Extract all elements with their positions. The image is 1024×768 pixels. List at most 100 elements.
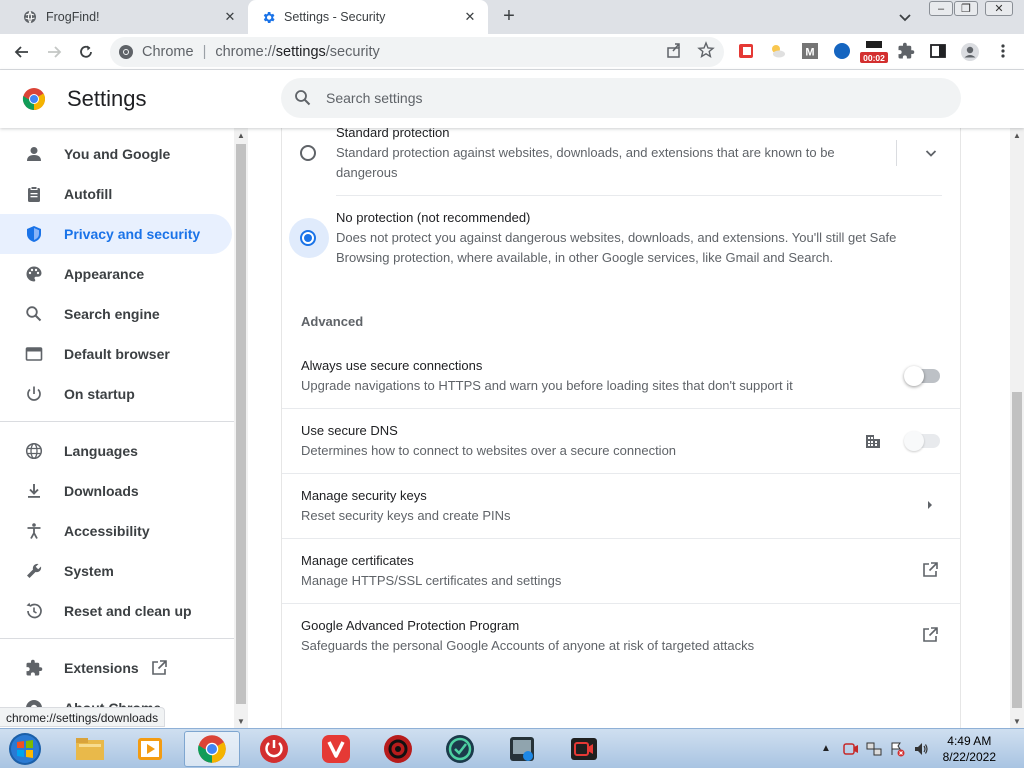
sidebar-item-search-engine[interactable]: Search engine xyxy=(0,294,232,334)
url-host: settings xyxy=(275,44,326,60)
sidebar-item-on-startup[interactable]: On startup xyxy=(0,374,232,414)
share-icon[interactable] xyxy=(665,41,683,59)
green-shield-app-icon xyxy=(446,735,474,763)
tab-settings-security[interactable]: Settings - Security ✕ xyxy=(248,0,488,34)
scroll-up-icon[interactable]: ▲ xyxy=(237,131,245,140)
tray-record-icon[interactable] xyxy=(843,741,859,757)
back-button[interactable] xyxy=(10,40,34,64)
taskbar-screenshot-app[interactable] xyxy=(494,731,550,767)
secure-connections-toggle[interactable] xyxy=(904,366,940,386)
folder-icon xyxy=(76,738,104,760)
sidebar-item-extensions[interactable]: Extensions xyxy=(0,648,232,688)
row-subtitle: Safeguards the personal Google Accounts … xyxy=(301,638,755,653)
divider xyxy=(282,538,960,539)
recorder-extension-icon[interactable]: 00:02 xyxy=(860,40,888,63)
weather-icon[interactable] xyxy=(769,42,787,60)
taskbar-screen-recorder[interactable] xyxy=(556,731,612,767)
sidebar-item-appearance[interactable]: Appearance xyxy=(0,254,232,294)
more-menu-icon[interactable] xyxy=(994,42,1012,60)
scroll-up-icon[interactable]: ▲ xyxy=(1013,131,1021,140)
secure-dns-toggle[interactable] xyxy=(904,431,940,451)
chrome-site-icon xyxy=(118,44,134,60)
row-subtitle: Upgrade navigations to HTTPS and warn yo… xyxy=(301,378,793,393)
side-panel-icon[interactable] xyxy=(929,42,947,60)
status-url-bubble: chrome://settings/downloads xyxy=(0,707,166,727)
system-clock[interactable]: 4:49 AM 8/22/2022 xyxy=(943,733,996,765)
forward-button[interactable] xyxy=(42,40,66,64)
restore-button[interactable]: ❐ xyxy=(954,1,978,16)
red-gear-app-icon xyxy=(384,735,412,763)
sidebar-item-reset-and-clean-up[interactable]: Reset and clean up xyxy=(0,591,232,631)
external-link-icon xyxy=(150,659,168,677)
tray-action-center-icon[interactable] xyxy=(889,741,905,757)
sidebar-item-label: Search engine xyxy=(64,306,160,322)
history-icon xyxy=(24,601,44,621)
row-always-use-secure-connections[interactable]: Always use secure connections Upgrade na… xyxy=(282,345,960,410)
row-manage-certificates[interactable]: Manage certificates Manage HTTPS/SSL cer… xyxy=(282,540,960,605)
reload-button[interactable] xyxy=(74,40,98,64)
row-title: Manage security keys xyxy=(301,488,427,503)
close-icon[interactable]: ✕ xyxy=(222,9,238,25)
tray-overflow-icon[interactable]: ▲ xyxy=(818,741,834,757)
browser-toolbar: Chrome | chrome://settings/security M 00… xyxy=(0,34,1024,70)
sidebar-item-privacy-and-security[interactable]: Privacy and security xyxy=(0,214,232,254)
scroll-down-icon[interactable]: ▼ xyxy=(1013,717,1021,726)
taskbar-file-explorer[interactable] xyxy=(62,731,118,767)
radio-no-protection[interactable] xyxy=(300,230,316,246)
search-box[interactable] xyxy=(281,78,961,118)
sidebar-item-label: Languages xyxy=(64,443,138,459)
divider xyxy=(282,473,960,474)
m-extension-icon[interactable]: M xyxy=(801,42,819,60)
sidebar-item-label: Privacy and security xyxy=(64,226,201,242)
tab-title: FrogFind! xyxy=(46,10,100,24)
divider xyxy=(282,603,960,604)
address-bar[interactable]: Chrome | chrome://settings/security xyxy=(110,37,724,67)
start-button[interactable] xyxy=(0,731,50,767)
close-window-button[interactable]: ✕ xyxy=(985,1,1013,16)
minimize-button[interactable]: ‒ xyxy=(929,1,953,16)
row-manage-security-keys[interactable]: Manage security keys Reset security keys… xyxy=(282,475,960,540)
row-subtitle: Manage HTTPS/SSL certificates and settin… xyxy=(301,573,562,588)
scroll-down-icon[interactable]: ▼ xyxy=(237,717,245,726)
close-icon[interactable]: ✕ xyxy=(462,9,478,25)
profile-avatar-icon[interactable] xyxy=(960,42,979,61)
taskbar-media-player[interactable] xyxy=(122,731,178,767)
taskbar-chrome[interactable] xyxy=(184,731,240,767)
scrollbar-thumb[interactable] xyxy=(1012,392,1022,708)
browser-icon xyxy=(24,344,44,364)
vivaldi-icon xyxy=(322,735,350,763)
taskbar-power-app[interactable] xyxy=(246,731,302,767)
row-advanced-protection-program[interactable]: Google Advanced Protection Program Safeg… xyxy=(282,605,960,670)
expand-chevron-icon[interactable] xyxy=(922,144,940,162)
sidebar-item-languages[interactable]: Languages xyxy=(0,431,232,471)
puzzle-icon[interactable] xyxy=(897,42,915,60)
tray-volume-icon[interactable] xyxy=(913,741,929,757)
new-tab-button[interactable]: + xyxy=(498,6,520,28)
taskbar-shield-app[interactable] xyxy=(432,731,488,767)
search-input[interactable] xyxy=(326,90,886,106)
scrollbar-thumb[interactable] xyxy=(236,144,246,704)
sidebar-item-downloads[interactable]: Downloads xyxy=(0,471,232,511)
radio-standard-protection[interactable] xyxy=(300,145,316,161)
bookmark-star-icon[interactable] xyxy=(697,41,715,59)
row-use-secure-dns[interactable]: Use secure DNS Determines how to connect… xyxy=(282,410,960,475)
tab-frogfind[interactable]: FrogFind! ✕ xyxy=(0,0,248,34)
sidebar-item-default-browser[interactable]: Default browser xyxy=(0,334,232,374)
tray-network-icon[interactable] xyxy=(866,741,882,757)
red-extension-icon[interactable] xyxy=(737,42,755,60)
settings-header: Settings xyxy=(0,70,1024,128)
sidebar-item-accessibility[interactable]: Accessibility xyxy=(0,511,232,551)
option-description: dangerous xyxy=(336,165,398,180)
sidebar-item-you-and-google[interactable]: You and Google xyxy=(0,134,232,174)
sidebar-scrollbar[interactable]: ▲ ▼ xyxy=(234,128,248,728)
taskbar-vivaldi[interactable] xyxy=(308,731,364,767)
sidebar-item-autofill[interactable]: Autofill xyxy=(0,174,232,214)
main-scrollbar[interactable]: ▲ ▼ xyxy=(1010,128,1024,728)
accessibility-icon xyxy=(24,521,44,541)
blue-circle-extension-icon[interactable] xyxy=(833,42,851,60)
taskbar-red-app[interactable] xyxy=(370,731,426,767)
puzzle-icon xyxy=(24,658,44,678)
arrow-right-icon xyxy=(924,497,936,513)
chevron-down-icon[interactable] xyxy=(896,8,914,26)
sidebar-item-system[interactable]: System xyxy=(0,551,232,591)
